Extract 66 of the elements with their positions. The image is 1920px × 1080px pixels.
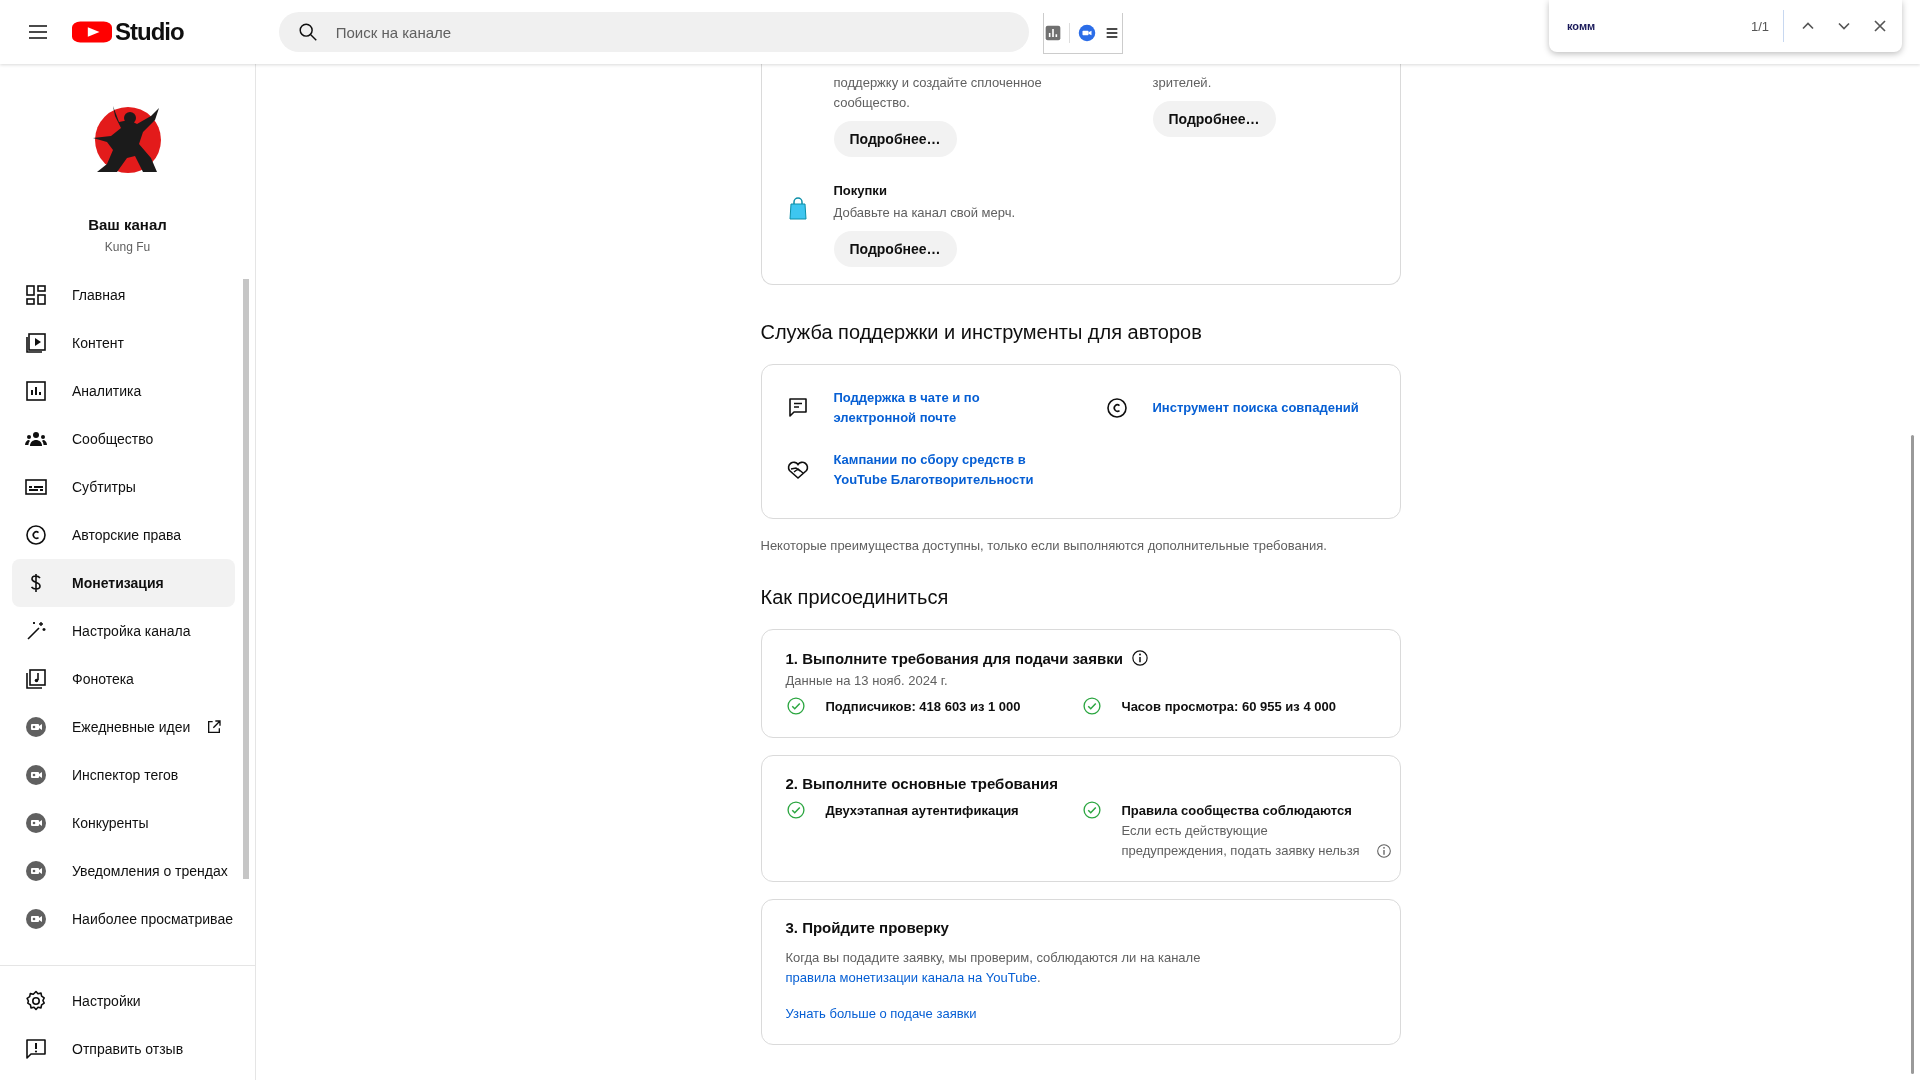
nav-item[interactable]: Ежедневные идеи — [12, 703, 235, 751]
camera-badge-icon[interactable] — [1078, 24, 1097, 42]
benefit-title: Покупки — [833, 183, 888, 198]
data-date: Данные на 13 нояб. 2024 г. — [785, 673, 949, 688]
learn-more-link[interactable]: Узнать больше о подаче заявки — [785, 1004, 977, 1024]
product-name[interactable]: Studio — [115, 18, 184, 46]
benefit-description: поддержку и создайте сплоченное сообщество. — [833, 74, 1043, 112]
policy-link[interactable]: правила монетизации канала на YouTube — [785, 970, 1037, 985]
benefit-description: Добавьте на канал свой мерч. — [833, 204, 1017, 222]
requirement-label: Часов просмотра: 60 955 из 4 000 — [1121, 698, 1336, 716]
benefit-description: зрителей. — [1152, 74, 1213, 92]
nav-item[interactable]: Монетизация — [12, 559, 235, 607]
support-link[interactable]: Кампании по сбору средств в YouTube Благотворительности — [833, 450, 1064, 490]
settings-icon — [24, 989, 48, 1013]
channel-name: Kung Fu — [104, 240, 151, 254]
bar-chart-icon[interactable] — [1045, 25, 1062, 41]
step-title: 2. Выполните основные требования — [785, 775, 1058, 792]
camera-badge-icon — [24, 907, 48, 931]
external-link-icon[interactable] — [206, 719, 223, 735]
camera-badge-icon — [24, 811, 48, 835]
find-field[interactable]: комм — [1565, 19, 1719, 33]
video-icon — [24, 331, 48, 355]
step-title: 3. Пройдите проверку — [785, 919, 949, 936]
scrollbar[interactable] — [1911, 435, 1914, 1074]
requirement-label: Двухэтапная аутентификация — [825, 802, 1019, 820]
bar-chart-icon — [24, 379, 48, 403]
channel-title: Ваш канал — [88, 216, 167, 233]
nav-item[interactable]: Отправить отзыв — [12, 1025, 247, 1073]
nav-item[interactable]: Субтитры — [12, 463, 235, 511]
nav-item[interactable]: Главная — [12, 271, 235, 319]
nav-item[interactable]: Контент — [12, 319, 235, 367]
camera-badge-icon — [24, 715, 48, 739]
nav-item[interactable]: Настройки — [12, 977, 247, 1025]
feedback-icon — [24, 1037, 48, 1061]
learn-more-button[interactable]: Подробнее… — [833, 231, 957, 267]
nav-item[interactable]: Сообщество — [12, 415, 235, 463]
requirement-label: Подписчиков: 418 603 из 1 000 — [825, 698, 1021, 716]
step-description: Когда вы подадите заявку, мы проверим, соблюдаются ли на канале правила монетизации канала на YouTube. — [785, 949, 1202, 987]
copyright-icon — [1104, 396, 1129, 420]
nav-item[interactable]: Авторские права — [12, 511, 235, 559]
support-link[interactable]: Поддержка в чате и по электронной почте — [833, 388, 1064, 428]
nav-item[interactable]: Инспектор тегов — [12, 751, 235, 799]
section-heading: Служба поддержки и инструменты для авторов — [760, 321, 1203, 344]
copyright-icon — [24, 523, 48, 547]
learn-more-button[interactable]: Подробнее… — [1152, 101, 1276, 137]
requirement-detail: Если есть действующие предупреждения, подать заявку нельзя — [1121, 822, 1361, 860]
nav-item[interactable]: Фонотека — [12, 655, 235, 703]
requirement-label: Правила сообщества соблюдаются — [1121, 802, 1353, 820]
nav-item[interactable]: Аналитика — [12, 367, 235, 415]
info-icon[interactable] — [1130, 649, 1149, 667]
music-icon — [24, 667, 48, 691]
step-title: 1. Выполните требования для подачи заявки — [785, 649, 1123, 667]
nav-item[interactable]: Наиболее просматривае — [12, 895, 235, 943]
search-field[interactable]: Поиск на канале — [278, 12, 1029, 52]
nav-item[interactable]: Конкуренты — [12, 799, 235, 847]
match-count: 1/1 — [1750, 18, 1770, 34]
section-heading: Как присоединиться — [760, 586, 950, 609]
note-text: Некоторые преимущества доступны, только если выполняются дополнительные требования. — [760, 538, 1328, 553]
nav-item[interactable]: Настройка канала — [12, 607, 235, 655]
support-link[interactable]: Инструмент поиска совпадений — [1152, 398, 1383, 418]
camera-badge-icon — [24, 763, 48, 787]
nav-item[interactable]: Уведомления о трендах — [12, 847, 235, 895]
camera-badge-icon — [24, 859, 48, 883]
scrollbar[interactable] — [243, 279, 249, 879]
dashboard-icon — [24, 283, 48, 307]
learn-more-button[interactable]: Подробнее… — [833, 121, 957, 157]
